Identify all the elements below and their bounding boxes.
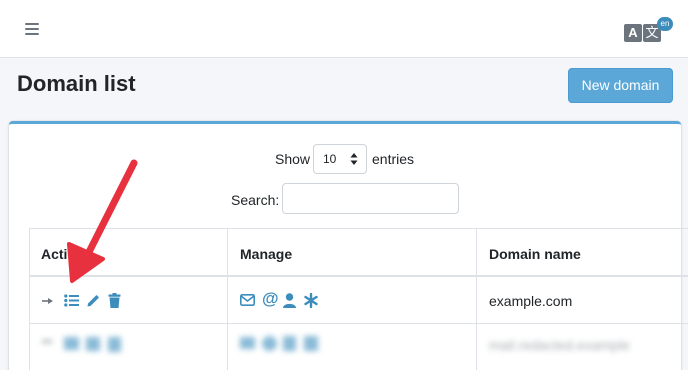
new-domain-button[interactable]: New domain — [568, 68, 673, 103]
domain-name-cell[interactable]: example.com — [489, 293, 572, 309]
at-sign-icon[interactable]: @ — [262, 290, 279, 307]
hamburger-icon[interactable] — [25, 23, 39, 35]
asterisk-icon[interactable] — [304, 293, 318, 308]
list-icon[interactable] — [64, 337, 79, 350]
language-badge: en — [657, 17, 673, 31]
top-navbar: A 文 en — [0, 0, 688, 58]
sort-arrows-icon — [350, 153, 358, 165]
asterisk-icon[interactable] — [304, 336, 318, 351]
list-icon[interactable] — [64, 294, 79, 307]
language-switcher[interactable]: A 文 en — [624, 17, 673, 46]
envelope-icon[interactable] — [240, 294, 255, 306]
show-label: Show — [275, 151, 311, 167]
entries-label: entries — [372, 151, 415, 167]
expand-pin-icon[interactable] — [42, 296, 54, 306]
table-row: @ example.com — [29, 279, 688, 324]
user-icon[interactable] — [283, 293, 296, 308]
search-input[interactable] — [282, 183, 459, 214]
table-header-row: Action Manage Domain name — [29, 228, 688, 277]
column-header-domain[interactable]: Domain name — [489, 246, 581, 262]
expand-pin-icon[interactable] — [42, 340, 52, 343]
search-label: Search: — [231, 192, 280, 208]
trash-icon[interactable] — [108, 337, 121, 352]
envelope-icon[interactable] — [240, 337, 255, 349]
domain-table: Action Manage Domain name @ example.com … — [29, 228, 688, 370]
table-row: mail.redacted.example — [29, 325, 688, 370]
domain-name-cell[interactable]: mail.redacted.example — [489, 337, 630, 353]
entries-select[interactable]: 10 — [313, 144, 367, 174]
entries-value: 10 — [323, 152, 337, 166]
translate-icon-a: A — [624, 24, 642, 42]
user-icon[interactable] — [283, 336, 296, 351]
edit-pencil-icon[interactable] — [86, 337, 100, 351]
column-header-manage[interactable]: Manage — [240, 246, 292, 262]
column-header-action[interactable]: Action — [41, 246, 85, 262]
edit-pencil-icon[interactable] — [86, 293, 101, 308]
trash-icon[interactable] — [108, 293, 121, 308]
at-sign-icon[interactable] — [262, 336, 277, 351]
page-title: Domain list — [17, 71, 136, 96]
